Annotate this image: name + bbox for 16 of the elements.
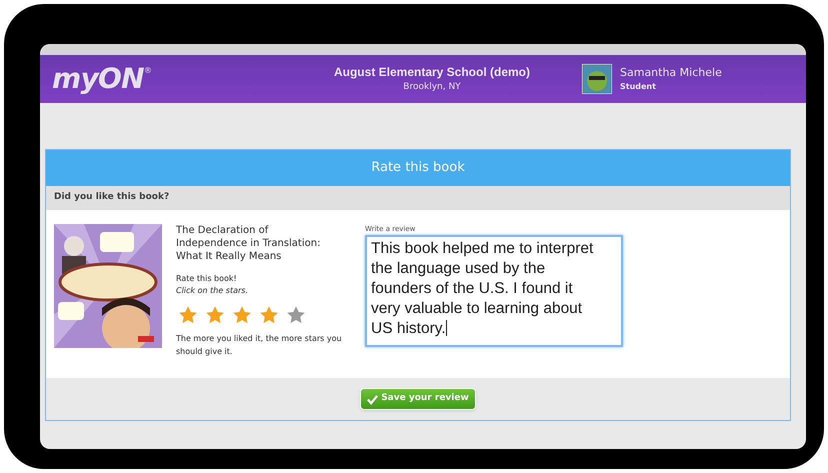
check-icon <box>367 394 378 404</box>
school-name: August Elementary School (demo) <box>334 64 530 82</box>
book-title: The Declaration of Independence in Translation: What It Really Means <box>176 224 322 263</box>
save-review-button[interactable]: Save your review <box>360 388 476 410</box>
rate-hint: Click on the stars. <box>176 285 249 297</box>
avatar-icon[interactable] <box>582 64 612 94</box>
school-location: Brooklyn, NY <box>403 81 461 94</box>
rate-label: Rate this book! <box>176 273 238 285</box>
logo[interactable]: myON <box>52 65 144 93</box>
panel-title: Rate this book <box>46 150 790 186</box>
user-role: Student <box>620 81 657 94</box>
user-name: Samantha Michele <box>620 64 722 81</box>
review-field[interactable]: This book helped me to interpret the language used by the founders of the U.S. I found it very valuable to learning about US history. <box>365 234 623 346</box>
registered-mark: ® <box>144 65 152 75</box>
question-text: Did you like this book? <box>46 186 790 210</box>
rate-note: The more you liked it, the more stars you should give it. <box>176 333 343 358</box>
